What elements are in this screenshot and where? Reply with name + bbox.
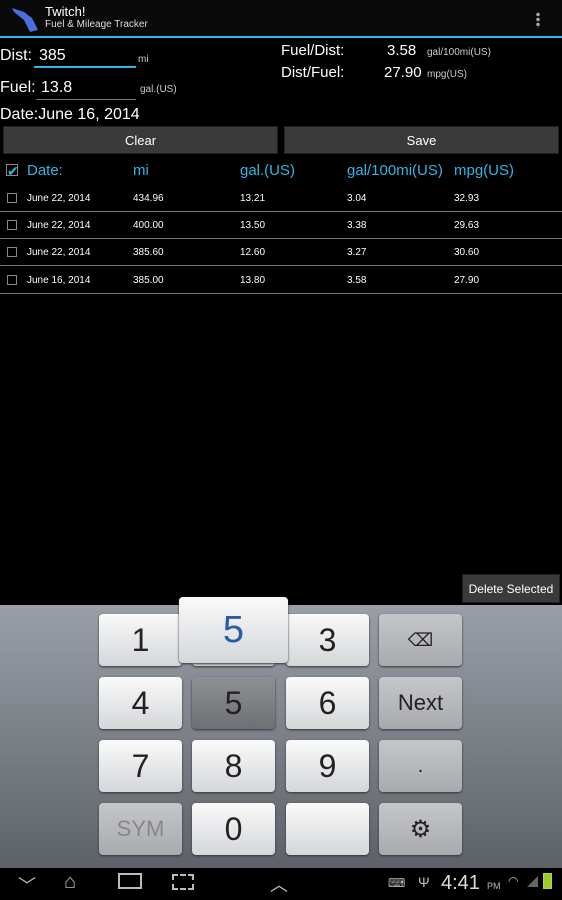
home-icon[interactable]: ⌂	[64, 871, 76, 894]
up-arrow-icon[interactable]: ︿	[270, 871, 288, 897]
fuel-dist-value: 3.58	[387, 42, 417, 59]
dist-unit: mi	[138, 54, 149, 65]
row-checkbox[interactable]	[7, 193, 17, 203]
backspace-key[interactable]: ⌫	[379, 614, 462, 666]
cell: 3.58	[347, 275, 367, 286]
settings-key[interactable]: ⚙	[379, 803, 462, 855]
cell: 434.96	[133, 193, 164, 204]
signal-icon	[527, 876, 538, 887]
cell: 12.60	[240, 247, 266, 258]
header-date: Date:	[27, 162, 63, 179]
key-5[interactable]: 5	[192, 677, 275, 729]
header-mi: mi	[133, 162, 149, 179]
action-bar: Twitch! Fuel & Mileage Tracker	[0, 0, 562, 38]
keyboard-icon: ⌨	[388, 876, 406, 890]
cell: 27.90	[454, 275, 480, 286]
gear-icon: ⚙	[409, 815, 432, 843]
fuel-input[interactable]: 13.8	[36, 79, 136, 100]
dist-fuel-value: 27.90	[384, 64, 422, 81]
cell: 32.93	[454, 193, 480, 204]
key-4[interactable]: 4	[99, 677, 182, 729]
next-key[interactable]: Next	[379, 677, 462, 729]
clear-button[interactable]: Clear	[3, 126, 278, 154]
battery-icon	[543, 873, 552, 889]
cell: June 22, 2014	[27, 193, 91, 204]
key-7[interactable]: 7	[99, 740, 182, 792]
clock-ampm: PM	[487, 881, 501, 891]
period-key[interactable]: .	[379, 740, 462, 792]
key-preview-popup: 5	[179, 597, 288, 663]
key-0[interactable]: 0	[192, 803, 275, 855]
back-icon[interactable]: ﹀	[18, 872, 36, 898]
fuel-dist-unit: gal/100mi(US)	[427, 47, 491, 58]
header-mpg: mpg(US)	[454, 162, 515, 179]
dist-fuel-label: Dist/Fuel:	[281, 64, 345, 81]
cell: 3.04	[347, 193, 367, 204]
sym-key[interactable]: SYM	[99, 803, 182, 855]
table-row[interactable]: June 22, 2014 385.60 12.60 3.27 30.60	[0, 239, 562, 266]
date-display[interactable]: Date:June 16, 2014	[0, 106, 140, 124]
row-checkbox[interactable]	[7, 220, 17, 230]
space-key[interactable]	[286, 803, 369, 855]
dist-input[interactable]: 385	[34, 47, 136, 68]
header-gal: gal.(US)	[240, 162, 296, 179]
dist-fuel-unit: mpg(US)	[427, 69, 468, 80]
cell: June 22, 2014	[27, 247, 91, 258]
cell: June 16, 2014	[27, 275, 91, 286]
delete-selected-button[interactable]: Delete Selected	[462, 574, 560, 603]
key-9[interactable]: 9	[286, 740, 369, 792]
overflow-menu-icon[interactable]	[536, 12, 540, 28]
fuel-nozzle-icon	[12, 8, 38, 32]
cell: 3.38	[347, 220, 367, 231]
wifi-icon: ◠	[508, 874, 519, 888]
key-1[interactable]: 1	[99, 614, 182, 666]
fuel-dist-label: Fuel/Dist:	[281, 42, 345, 59]
date-value[interactable]: June 16, 2014	[38, 106, 139, 123]
usb-icon: Ψ	[418, 874, 430, 890]
header-gal100mi: gal/100mi(US)	[347, 162, 443, 179]
table-row[interactable]: June 16, 2014 385.00 13.80 3.58 27.90	[0, 267, 562, 294]
date-label: Date:	[0, 106, 39, 123]
cell: 29.63	[454, 220, 480, 231]
clock-time: 4:41	[441, 872, 480, 894]
fuel-label: Fuel:	[0, 79, 36, 96]
select-all-checkbox[interactable]: ✔	[6, 164, 19, 178]
screenshot-icon[interactable]	[172, 874, 194, 890]
cell: June 22, 2014	[27, 220, 91, 231]
key-6[interactable]: 6	[286, 677, 369, 729]
app-title: Twitch!	[45, 4, 86, 19]
table-row[interactable]: June 22, 2014 434.96 13.21 3.04 32.93	[0, 185, 562, 212]
cell: 30.60	[454, 247, 480, 258]
app-subtitle: Fuel & Mileage Tracker	[45, 19, 148, 30]
key-8[interactable]: 8	[192, 740, 275, 792]
save-button[interactable]: Save	[284, 126, 559, 154]
dist-label: Dist:	[0, 47, 32, 64]
cell: 385.60	[133, 247, 164, 258]
cell: 13.21	[240, 193, 266, 204]
row-checkbox[interactable]	[7, 275, 17, 285]
fuel-unit: gal.(US)	[140, 84, 177, 95]
system-nav-bar: ﹀ ⌂ ︿ ⌨ Ψ 4:41 PM ◠	[0, 868, 562, 900]
cell: 13.50	[240, 220, 266, 231]
cell: 3.27	[347, 247, 367, 258]
cell: 400.00	[133, 220, 164, 231]
numeric-keyboard: 1 2 3 ⌫ 4 5 6 Next 7 8 9 . SYM 0 ⚙ 5	[0, 597, 562, 868]
row-checkbox[interactable]	[7, 247, 17, 257]
recent-apps-icon[interactable]	[118, 873, 142, 889]
table-row[interactable]: June 22, 2014 400.00 13.50 3.38 29.63	[0, 212, 562, 239]
cell: 385.00	[133, 275, 164, 286]
key-3[interactable]: 3	[286, 614, 369, 666]
cell: 13.80	[240, 275, 266, 286]
backspace-icon: ⌫	[407, 629, 434, 650]
